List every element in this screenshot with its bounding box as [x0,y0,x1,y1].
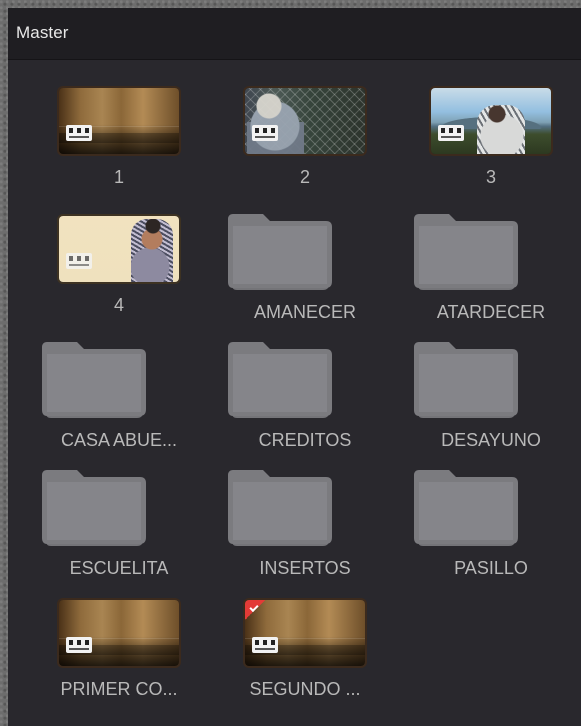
folder-icon [414,342,518,418]
media-clip-segundo[interactable]: SEGUNDO ... [225,598,385,714]
folder-label-creditos: CREDITOS [258,430,352,450]
video-clip-icon [252,637,278,653]
folder-icon [228,342,332,418]
folder-label-atardecer: ATARDECER [436,302,546,322]
panel-title: Master [16,23,69,42]
folder-label-pasillo: PASILLO [454,558,528,578]
folder-icon [228,214,332,290]
folder-pasillo[interactable]: PASILLO [411,470,571,586]
clip-label-4: 4 [113,295,124,315]
media-clip-primer-co[interactable]: PRIMER CO... [39,598,199,714]
folder-label-desayuno: DESAYUNO [441,430,541,450]
clip-label-primer-co: PRIMER CO... [60,679,178,699]
media-clip-1[interactable]: 1 [39,86,199,202]
media-pool-panel: Master 1 2 3 4 AMANECER ATARDECER CASA A… [8,8,581,726]
media-clip-3[interactable]: 3 [411,86,571,202]
folder-escuelita[interactable]: ESCUELITA [39,470,199,586]
red-flag-icon [245,600,265,620]
clip-label-segundo: SEGUNDO ... [249,679,361,699]
folder-atardecer[interactable]: ATARDECER [411,214,571,330]
media-clip-4[interactable]: 4 [39,214,199,330]
video-clip-icon [66,125,92,141]
folder-desayuno[interactable]: DESAYUNO [411,342,571,458]
clip-thumbnail-primer-co[interactable] [57,598,181,668]
clip-thumbnail-segundo[interactable] [243,598,367,668]
folder-label-escuelita: ESCUELITA [69,558,169,578]
video-clip-icon [66,637,92,653]
folder-icon [414,214,518,290]
folder-icon [414,470,518,546]
folder-label-casa-abuela: CASA ABUE... [60,430,178,450]
folder-icon [42,342,146,418]
panel-header: Master [8,8,581,60]
video-clip-icon [438,125,464,141]
media-clip-2[interactable]: 2 [225,86,385,202]
folder-casa-abuela[interactable]: CASA ABUE... [39,342,199,458]
video-clip-icon [252,125,278,141]
folder-label-amanecer: AMANECER [253,302,356,322]
clip-thumbnail-3[interactable] [429,86,553,156]
folder-creditos[interactable]: CREDITOS [225,342,385,458]
clip-label-1: 1 [113,167,124,187]
clip-thumbnail-2[interactable] [243,86,367,156]
folder-label-insertos: INSERTOS [259,558,351,578]
folder-icon [42,470,146,546]
clip-label-3: 3 [485,167,496,187]
clip-label-2: 2 [299,167,310,187]
video-clip-icon [66,253,92,269]
folder-amanecer[interactable]: AMANECER [225,214,385,330]
folder-icon [228,470,332,546]
clip-thumbnail-1[interactable] [57,86,181,156]
clip-thumbnail-4[interactable] [57,214,181,284]
folder-insertos[interactable]: INSERTOS [225,470,385,586]
media-grid: 1 2 3 4 AMANECER ATARDECER CASA ABUE... … [8,60,581,726]
